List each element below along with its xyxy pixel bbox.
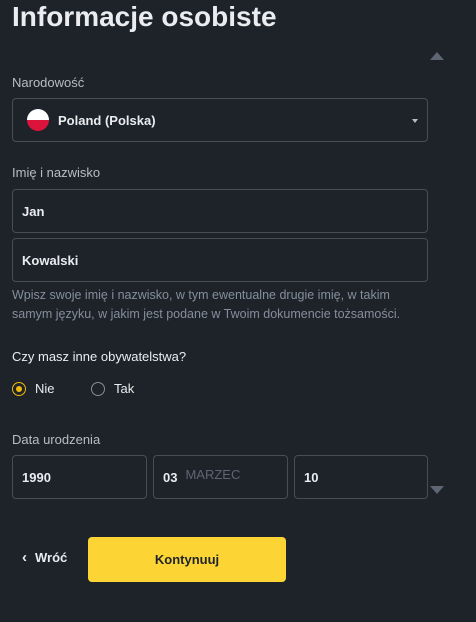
birth-month-number: 03	[163, 469, 178, 485]
nationality-label: Narodowość	[12, 75, 85, 90]
name-label: Imię i nazwisko	[12, 165, 101, 180]
citizenship-question: Czy masz inne obywatelstwa?	[12, 349, 187, 364]
birth-date-label: Data urodzenia	[12, 432, 101, 447]
nationality-value: Poland (Polska)	[58, 112, 156, 128]
radio-yes[interactable]: Tak	[91, 381, 134, 396]
name-hint: Wpisz swoje imię i nazwisko, w tym ewent…	[12, 288, 401, 321]
radio-unchecked-icon	[91, 381, 105, 396]
birth-day-input[interactable]: 10	[294, 455, 428, 499]
radio-checked-icon	[12, 381, 26, 396]
radio-no[interactable]: Nie	[12, 381, 55, 396]
birth-month-name: MARZEC	[185, 466, 241, 482]
last-name-input[interactable]: Kowalski	[12, 238, 428, 282]
continue-label: Kontynuuj	[154, 552, 220, 567]
birth-year-input[interactable]: 1990	[12, 455, 147, 499]
birth-year-value: 1990	[22, 469, 51, 485]
back-label: Wróć	[35, 550, 68, 565]
chevron-left-icon: ‹	[22, 549, 27, 566]
last-name-value: Kowalski	[22, 252, 79, 268]
continue-button[interactable]: Kontynuuj	[88, 537, 286, 582]
nationality-select[interactable]: Poland (Polska)	[12, 98, 428, 142]
radio-yes-label: Tak	[114, 381, 135, 396]
back-button[interactable]: ‹ Wróć	[22, 550, 67, 565]
poland-flag-icon	[27, 109, 49, 131]
birth-month-select[interactable]: 03 MARZEC	[153, 455, 288, 499]
scroll-up-arrow-icon[interactable]	[430, 52, 444, 60]
first-name-value: Jan	[22, 203, 45, 219]
radio-no-label: Nie	[35, 381, 55, 396]
birth-day-value: 10	[304, 469, 319, 485]
chevron-down-icon	[412, 119, 418, 123]
scroll-down-arrow-icon[interactable]	[430, 486, 444, 494]
page-title: Informacje osobiste	[12, 1, 277, 32]
first-name-input[interactable]: Jan	[12, 189, 428, 233]
